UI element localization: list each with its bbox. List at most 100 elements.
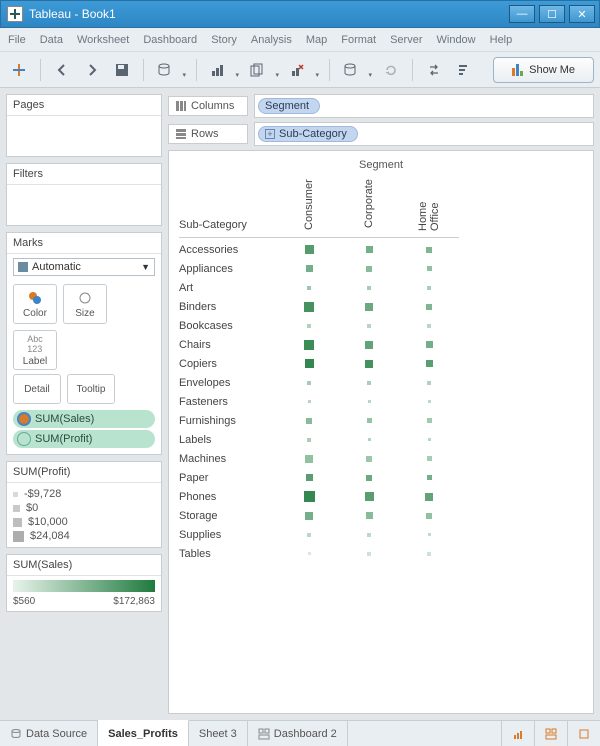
- mark[interactable]: [339, 544, 399, 563]
- mark[interactable]: [279, 278, 339, 297]
- row-header[interactable]: Phones: [179, 487, 279, 506]
- tab-sales-profits[interactable]: Sales_Profits: [98, 720, 189, 746]
- rows-shelf[interactable]: +Sub-Category: [254, 122, 594, 146]
- menu-server[interactable]: Server: [390, 34, 422, 46]
- menu-dashboard[interactable]: Dashboard: [143, 34, 197, 46]
- tableau-logo-icon[interactable]: [6, 57, 32, 83]
- pill-subcategory[interactable]: +Sub-Category: [258, 126, 358, 142]
- show-me-button[interactable]: Show Me: [493, 57, 594, 83]
- mark[interactable]: [279, 259, 339, 278]
- menu-format[interactable]: Format: [341, 34, 376, 46]
- size-button[interactable]: Size: [63, 284, 107, 324]
- mark[interactable]: [399, 411, 459, 430]
- new-worksheet-tab[interactable]: [501, 721, 534, 746]
- row-header[interactable]: Binders: [179, 297, 279, 316]
- mark[interactable]: [279, 316, 339, 335]
- new-datasource-button[interactable]: ▾: [152, 57, 188, 83]
- row-header[interactable]: Appliances: [179, 259, 279, 278]
- pill-sum-sales[interactable]: SUM(Sales): [13, 410, 155, 428]
- row-header[interactable]: Labels: [179, 430, 279, 449]
- menu-help[interactable]: Help: [490, 34, 513, 46]
- row-header[interactable]: Copiers: [179, 354, 279, 373]
- mark[interactable]: [339, 373, 399, 392]
- new-story-tab[interactable]: [567, 721, 600, 746]
- mark[interactable]: [399, 373, 459, 392]
- forward-button[interactable]: [79, 57, 105, 83]
- row-header[interactable]: Chairs: [179, 335, 279, 354]
- menu-story[interactable]: Story: [211, 34, 237, 46]
- save-button[interactable]: [109, 57, 135, 83]
- mark[interactable]: [339, 525, 399, 544]
- mark[interactable]: [399, 259, 459, 278]
- menu-worksheet[interactable]: Worksheet: [77, 34, 129, 46]
- mark-type-select[interactable]: Automatic ▼: [13, 258, 155, 276]
- mark[interactable]: [279, 411, 339, 430]
- column-header[interactable]: Home Office: [399, 175, 459, 235]
- new-worksheet-button[interactable]: ▾: [205, 57, 241, 83]
- mark[interactable]: [399, 278, 459, 297]
- refresh-button[interactable]: [378, 57, 404, 83]
- row-header[interactable]: Supplies: [179, 525, 279, 544]
- mark[interactable]: [279, 468, 339, 487]
- duplicate-sheet-button[interactable]: ▾: [245, 57, 281, 83]
- row-header[interactable]: Fasteners: [179, 392, 279, 411]
- menu-map[interactable]: Map: [306, 34, 327, 46]
- menu-window[interactable]: Window: [437, 34, 476, 46]
- label-button[interactable]: Abc123Label: [13, 330, 57, 370]
- pill-segment[interactable]: Segment: [258, 98, 320, 114]
- mark[interactable]: [399, 335, 459, 354]
- mark[interactable]: [399, 449, 459, 468]
- back-button[interactable]: [49, 57, 75, 83]
- color-button[interactable]: Color: [13, 284, 57, 324]
- mark[interactable]: [279, 392, 339, 411]
- mark[interactable]: [339, 392, 399, 411]
- row-header[interactable]: Envelopes: [179, 373, 279, 392]
- column-header[interactable]: Corporate: [339, 175, 399, 235]
- clear-sheet-button[interactable]: ▾: [285, 57, 321, 83]
- close-button[interactable]: ✕: [569, 5, 595, 23]
- row-header[interactable]: Storage: [179, 506, 279, 525]
- mark[interactable]: [339, 449, 399, 468]
- new-dashboard-tab[interactable]: [534, 721, 567, 746]
- auto-updates-button[interactable]: ▾: [338, 57, 374, 83]
- row-header[interactable]: Paper: [179, 468, 279, 487]
- mark[interactable]: [279, 354, 339, 373]
- column-header[interactable]: Consumer: [279, 175, 339, 235]
- mark[interactable]: [279, 506, 339, 525]
- mark[interactable]: [339, 297, 399, 316]
- filters-shelf[interactable]: Filters: [6, 163, 162, 226]
- row-header[interactable]: Tables: [179, 544, 279, 563]
- mark[interactable]: [279, 487, 339, 506]
- pill-sum-profit[interactable]: SUM(Profit): [13, 430, 155, 448]
- mark[interactable]: [339, 278, 399, 297]
- expand-icon[interactable]: +: [265, 129, 275, 139]
- mark[interactable]: [399, 544, 459, 563]
- sort-button[interactable]: [451, 57, 477, 83]
- mark[interactable]: [339, 240, 399, 259]
- menu-data[interactable]: Data: [40, 34, 63, 46]
- columns-shelf[interactable]: Segment: [254, 94, 594, 118]
- mark[interactable]: [399, 506, 459, 525]
- mark[interactable]: [279, 240, 339, 259]
- mark[interactable]: [279, 430, 339, 449]
- mark[interactable]: [399, 316, 459, 335]
- mark[interactable]: [399, 487, 459, 506]
- mark[interactable]: [339, 354, 399, 373]
- mark[interactable]: [399, 430, 459, 449]
- mark[interactable]: [399, 240, 459, 259]
- mark[interactable]: [399, 525, 459, 544]
- mark[interactable]: [279, 544, 339, 563]
- menu-file[interactable]: File: [8, 34, 26, 46]
- menu-analysis[interactable]: Analysis: [251, 34, 292, 46]
- mark[interactable]: [339, 411, 399, 430]
- minimize-button[interactable]: —: [509, 5, 535, 23]
- tooltip-button[interactable]: Tooltip: [67, 374, 115, 404]
- data-source-tab[interactable]: Data Source: [0, 721, 98, 746]
- mark[interactable]: [399, 354, 459, 373]
- mark[interactable]: [279, 449, 339, 468]
- mark[interactable]: [339, 316, 399, 335]
- mark[interactable]: [339, 487, 399, 506]
- mark[interactable]: [279, 525, 339, 544]
- row-header[interactable]: Machines: [179, 449, 279, 468]
- mark[interactable]: [399, 468, 459, 487]
